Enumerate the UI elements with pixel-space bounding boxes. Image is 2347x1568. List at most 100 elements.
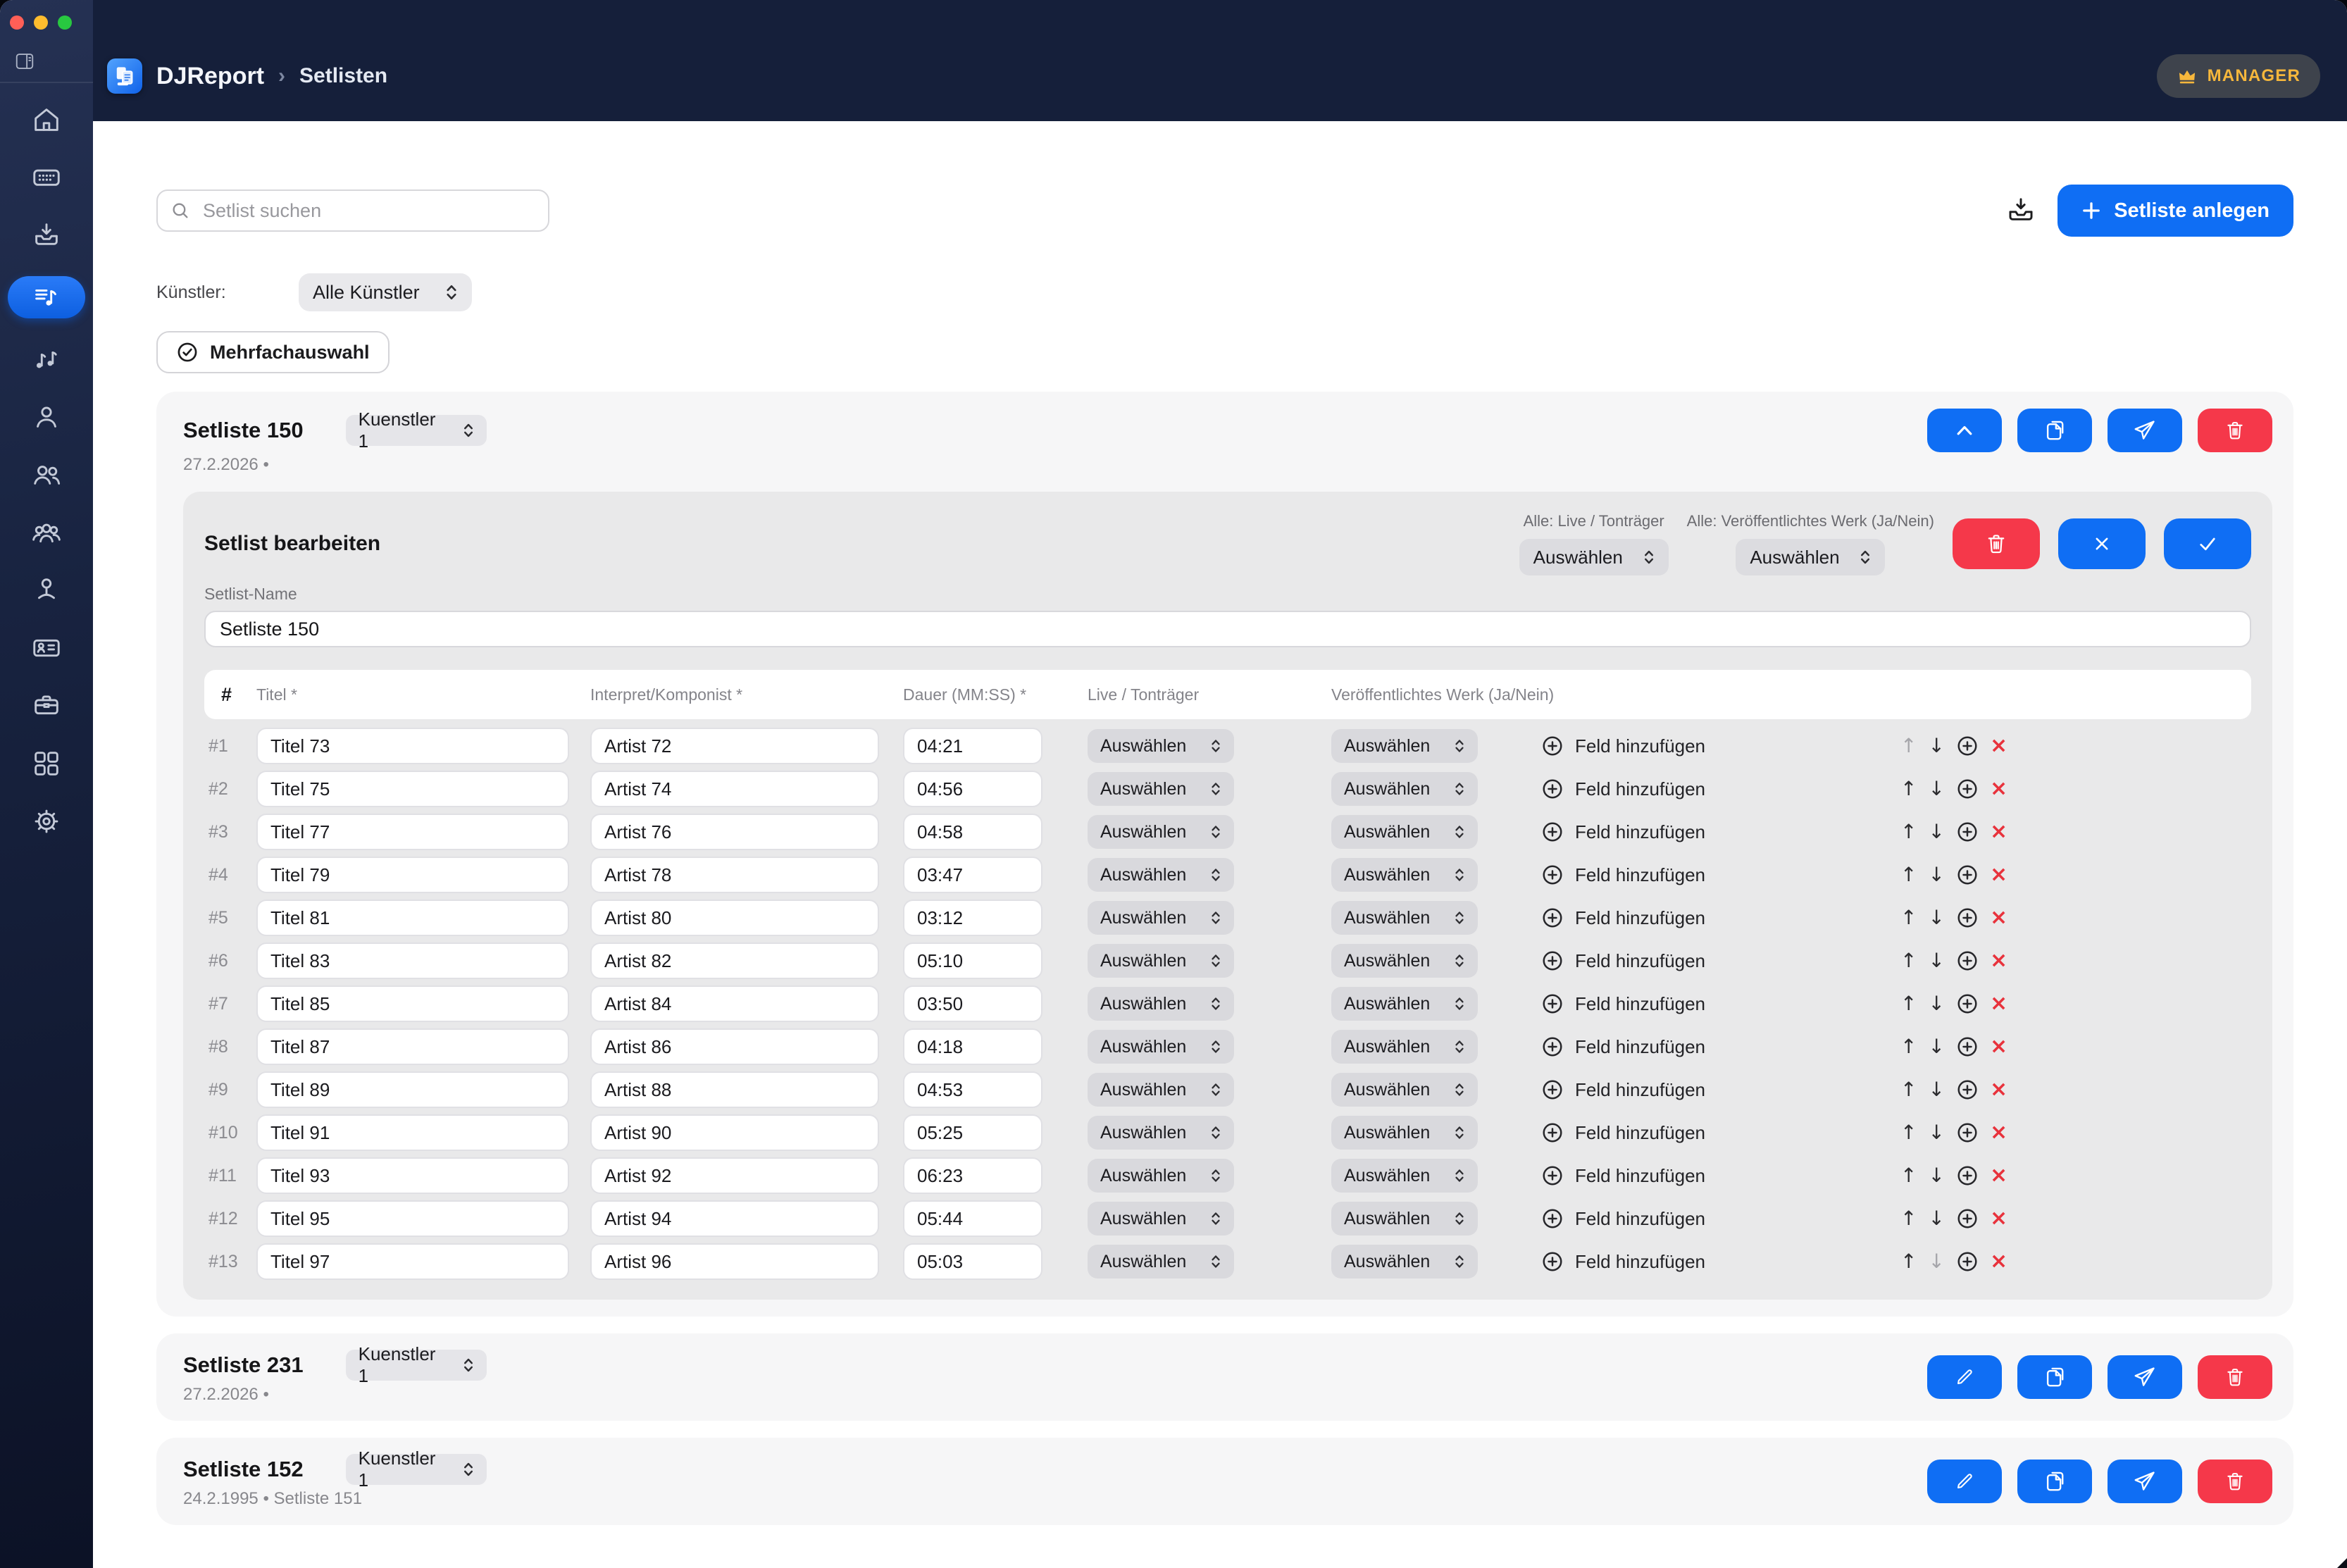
werk-select[interactable]: Auswählen [1331,1159,1478,1193]
edit-setlist-button[interactable] [1927,1355,2002,1399]
duplicate-setlist-button[interactable] [2017,1460,2092,1503]
interpret-input[interactable] [590,857,879,893]
werk-select[interactable]: Auswählen [1331,944,1478,978]
interpret-input[interactable] [590,1200,879,1237]
add-field-button[interactable]: Feld hinzufügen [1541,778,1753,800]
live-select[interactable]: Auswählen [1088,1245,1234,1278]
multi-select-button[interactable]: Mehrfachauswahl [156,331,390,373]
sidebar-item-apps[interactable] [30,747,63,780]
titel-input[interactable] [256,1243,569,1280]
move-down-button[interactable]: ↓ [1928,736,1944,756]
titel-input[interactable] [256,942,569,979]
dauer-input[interactable] [903,900,1042,936]
move-down-button[interactable]: ↓ [1928,1080,1944,1100]
dauer-input[interactable] [903,771,1042,807]
titel-input[interactable] [256,814,569,850]
insert-row-button[interactable] [1956,1164,1979,1187]
duplicate-setlist-button[interactable] [2017,409,2092,452]
live-select[interactable]: Auswählen [1088,1202,1234,1236]
dauer-input[interactable] [903,728,1042,764]
bulk-werk-select[interactable]: Auswählen [1736,539,1885,575]
sidebar-item-import[interactable] [30,218,63,252]
titel-input[interactable] [256,1071,569,1108]
insert-row-button[interactable] [1956,735,1979,757]
werk-select[interactable]: Auswählen [1331,1116,1478,1150]
insert-row-button[interactable] [1956,907,1979,929]
insert-row-button[interactable] [1956,864,1979,886]
werk-select[interactable]: Auswählen [1331,901,1478,935]
setlist-artist-select[interactable]: Kuenstler 1 [346,1454,487,1485]
live-select[interactable]: Auswählen [1088,1030,1234,1064]
move-down-button[interactable]: ↓ [1928,1123,1944,1143]
titel-input[interactable] [256,1157,569,1194]
sidebar-item-artist[interactable] [30,400,63,434]
live-select[interactable]: Auswählen [1088,901,1234,935]
insert-row-button[interactable] [1956,778,1979,800]
save-edit-button[interactable] [2164,518,2251,569]
add-field-button[interactable]: Feld hinzufügen [1541,1207,1753,1230]
delete-setlist-button[interactable] [2198,1355,2272,1399]
remove-row-button[interactable]: × [1990,1036,2007,1057]
move-down-button[interactable]: ↓ [1928,1252,1944,1271]
werk-select[interactable]: Auswählen [1331,1202,1478,1236]
search-input[interactable] [200,199,535,223]
live-select[interactable]: Auswählen [1088,1116,1234,1150]
live-select[interactable]: Auswählen [1088,815,1234,849]
move-up-button[interactable]: ↑ [1900,1209,1917,1228]
titel-input[interactable] [256,771,569,807]
bulk-live-select[interactable]: Auswählen [1519,539,1669,575]
titel-input[interactable] [256,1028,569,1065]
move-up-button[interactable]: ↑ [1900,736,1917,756]
interpret-input[interactable] [590,900,879,936]
move-down-button[interactable]: ↓ [1928,951,1944,971]
werk-select[interactable]: Auswählen [1331,1073,1478,1107]
delete-edit-button[interactable] [1953,518,2040,569]
remove-row-button[interactable]: × [1990,993,2007,1014]
add-field-button[interactable]: Feld hinzufügen [1541,735,1753,757]
titel-input[interactable] [256,900,569,936]
werk-select[interactable]: Auswählen [1331,815,1478,849]
move-down-button[interactable]: ↓ [1928,779,1944,799]
move-up-button[interactable]: ↑ [1900,1080,1917,1100]
delete-setlist-button[interactable] [2198,409,2272,452]
sidebar-item-stage[interactable] [30,573,63,607]
remove-row-button[interactable]: × [1990,1208,2007,1229]
dauer-input[interactable] [903,814,1042,850]
dauer-input[interactable] [903,1028,1042,1065]
dauer-input[interactable] [903,857,1042,893]
add-field-button[interactable]: Feld hinzufügen [1541,1078,1753,1101]
move-down-button[interactable]: ↓ [1928,994,1944,1014]
interpret-input[interactable] [590,814,879,850]
titel-input[interactable] [256,985,569,1022]
dauer-input[interactable] [903,1114,1042,1151]
remove-row-button[interactable]: × [1990,1122,2007,1143]
titel-input[interactable] [256,1114,569,1151]
live-select[interactable]: Auswählen [1088,729,1234,763]
werk-select[interactable]: Auswählen [1331,1030,1478,1064]
live-select[interactable]: Auswählen [1088,944,1234,978]
dauer-input[interactable] [903,985,1042,1022]
interpret-input[interactable] [590,1114,879,1151]
import-setlist-button[interactable] [2005,195,2036,226]
artist-filter-select[interactable]: Alle Künstler [299,273,472,311]
werk-select[interactable]: Auswählen [1331,729,1478,763]
sidebar-item-songs[interactable] [30,342,63,376]
edit-setlist-button[interactable] [1927,1460,2002,1503]
interpret-input[interactable] [590,771,879,807]
sidebar-item-home[interactable] [30,103,63,137]
move-up-button[interactable]: ↑ [1900,1123,1917,1143]
remove-row-button[interactable]: × [1990,1079,2007,1100]
sidebar-item-members[interactable] [30,458,63,492]
interpret-input[interactable] [590,1071,879,1108]
move-down-button[interactable]: ↓ [1928,1166,1944,1186]
titel-input[interactable] [256,857,569,893]
interpret-input[interactable] [590,1028,879,1065]
add-field-button[interactable]: Feld hinzufügen [1541,993,1753,1015]
remove-row-button[interactable]: × [1990,778,2007,799]
dauer-input[interactable] [903,942,1042,979]
add-field-button[interactable]: Feld hinzufügen [1541,1035,1753,1058]
interpret-input[interactable] [590,942,879,979]
setlist-name-input[interactable] [204,611,2251,647]
sidebar-item-contacts[interactable] [30,631,63,665]
move-down-button[interactable]: ↓ [1928,1037,1944,1057]
